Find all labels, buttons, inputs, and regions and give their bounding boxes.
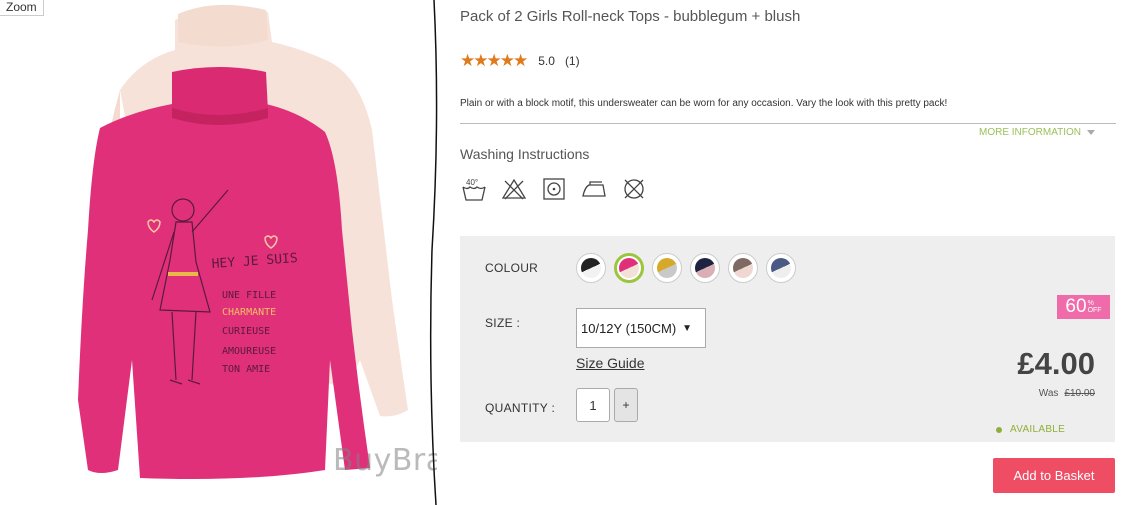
- wash-40-icon: 40°: [462, 178, 486, 201]
- swatch-colour-taupe-blush[interactable]: [728, 253, 758, 283]
- zoom-button[interactable]: Zoom: [0, 0, 44, 16]
- current-price: £4.00: [1017, 346, 1095, 381]
- star-rating: ★ ★ ★ ★ ★: [460, 51, 528, 70]
- swatch-colour-mustard-grey[interactable]: [652, 253, 682, 283]
- shirt-text: AMOUREUSE: [222, 346, 276, 357]
- discount-off: OFF: [1087, 307, 1102, 314]
- size-selected-value: 10/12Y (150CM): [581, 320, 677, 336]
- availability-status: AVAILABLE: [996, 424, 1065, 435]
- rating-value: 5.0: [538, 53, 555, 68]
- swatch-color: [733, 258, 753, 278]
- iron-icon: [582, 181, 606, 197]
- swatch-color: [771, 258, 791, 278]
- swatch-color: [619, 258, 639, 278]
- swatch-colour-black-white[interactable]: [576, 253, 606, 283]
- pink-collar: [172, 67, 268, 118]
- shirt-text: UNE FILLE: [222, 290, 276, 301]
- star-icon: ★: [473, 51, 488, 70]
- swatch-color: [657, 258, 677, 278]
- colour-label: COLOUR: [485, 261, 539, 275]
- size-select[interactable]: 10/12Y (150CM) ▼: [576, 308, 706, 348]
- shirt-text: CHARMANTE: [222, 307, 276, 318]
- more-information-toggle[interactable]: MORE INFORMATION: [979, 127, 1096, 138]
- more-information-label: MORE INFORMATION: [979, 127, 1082, 138]
- swatch-colour-bubblegum-blush[interactable]: [614, 253, 644, 283]
- old-price: £10.00: [1064, 388, 1095, 399]
- add-to-basket-button[interactable]: Add to Basket: [993, 458, 1115, 493]
- was-label: Was: [1038, 388, 1059, 399]
- product-image[interactable]: HEY JE SUIS UNE FILLE CHARMANTE CURIEUSE…: [0, 0, 437, 505]
- watermark: BuyBrands: [333, 443, 437, 478]
- discount-badge: 60 % OFF: [1057, 295, 1110, 319]
- star-icon: ★: [499, 51, 515, 70]
- swatch-colour-navy-pink[interactable]: [690, 253, 720, 283]
- product-description: Plain or with a block motif, this unders…: [460, 98, 948, 109]
- swatch-color: [695, 258, 715, 278]
- discount-percent: %: [1087, 300, 1094, 307]
- chevron-down-icon: [1087, 130, 1096, 135]
- tumble-dry-icon: [543, 178, 565, 200]
- rating-count[interactable]: (1): [565, 54, 580, 68]
- quantity-label: QUANTITY :: [485, 401, 556, 415]
- star-icon: ★: [460, 51, 475, 70]
- was-price: Was £10.00: [1039, 388, 1095, 399]
- availability-label: AVAILABLE: [1010, 424, 1066, 435]
- swatch-colour-denim-white[interactable]: [766, 253, 796, 283]
- discount-number: 60: [1065, 296, 1087, 317]
- no-dry-clean-icon: [624, 179, 644, 199]
- blush-collar: [178, 4, 268, 47]
- product-image-panel[interactable]: HEY JE SUIS UNE FILLE CHARMANTE CURIEUSE…: [0, 0, 437, 505]
- panel-divider: [429, 0, 438, 505]
- swatch-color: [581, 258, 601, 278]
- divider: [460, 123, 1116, 124]
- size-label: SIZE :: [485, 316, 521, 330]
- product-rating[interactable]: ★ ★ ★ ★ ★ 5.0 (1): [460, 52, 580, 69]
- status-dot-icon: [996, 426, 1002, 433]
- quantity-input[interactable]: 1: [576, 388, 610, 422]
- purchase-panel: COLOUR SIZE : 10/12Y (150CM) ▼ Size Guid…: [460, 236, 1115, 442]
- svg-text:40°: 40°: [466, 178, 478, 187]
- no-bleach-icon: [501, 178, 527, 200]
- star-icon: ★: [486, 51, 502, 70]
- washing-icons: 40°: [460, 175, 648, 203]
- size-guide-link[interactable]: Size Guide: [576, 355, 644, 371]
- washing-instructions-title: Washing Instructions: [460, 146, 590, 162]
- shirt-text: CURIEUSE: [222, 326, 270, 337]
- shirt-text: TON AMIE: [222, 364, 270, 375]
- dropdown-arrow-icon: ▼: [682, 322, 693, 334]
- quantity-increment-button[interactable]: +: [614, 388, 638, 422]
- star-icon: ★: [513, 51, 528, 70]
- product-title: Pack of 2 Girls Roll-neck Tops - bubbleg…: [460, 8, 801, 25]
- colour-swatches: [576, 253, 796, 283]
